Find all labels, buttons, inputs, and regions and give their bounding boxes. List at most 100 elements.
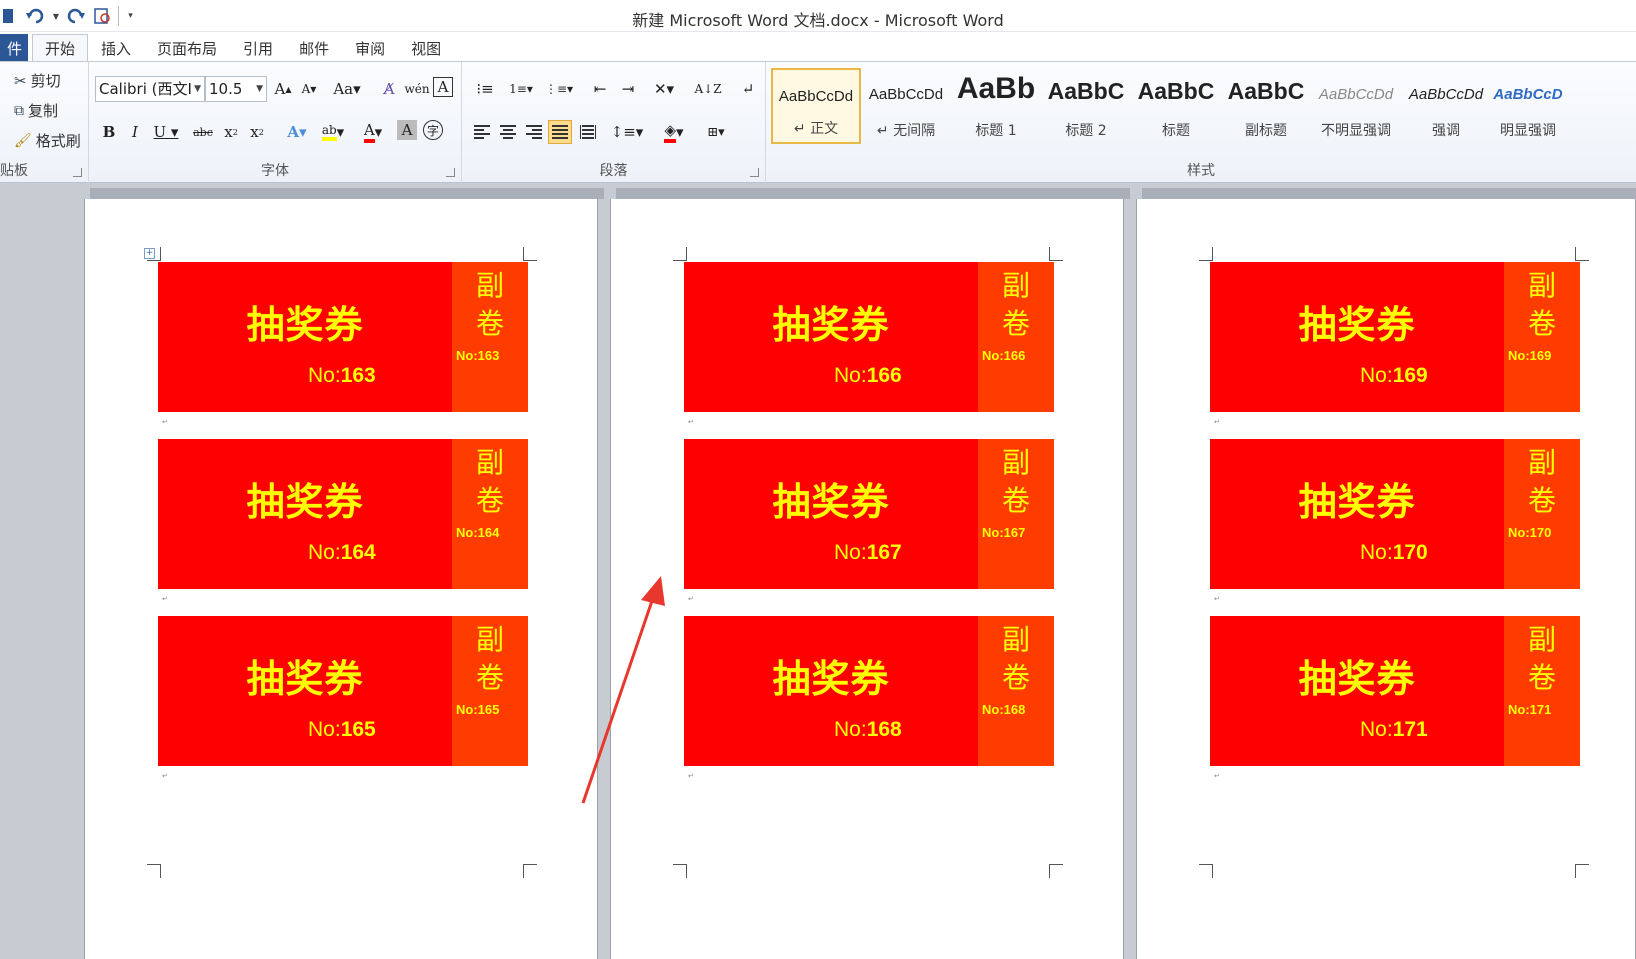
window-title: 新建 Microsoft Word 文档.docx - Microsoft Wo…: [632, 11, 1004, 30]
borders-icon[interactable]: ⊞▾: [700, 120, 732, 144]
stub-char-1: 副: [475, 623, 504, 656]
tab-home[interactable]: 开始: [32, 34, 89, 62]
grow-font-icon[interactable]: A ▲: [271, 77, 295, 101]
stub-number-prefix: No:: [1508, 702, 1530, 717]
style-heading-1[interactable]: AaBb 标题 1: [951, 68, 1041, 144]
stub-number-value: 171: [1529, 702, 1552, 717]
tab-insert[interactable]: 插入: [88, 34, 144, 62]
underline-icon[interactable]: U ▾: [151, 120, 181, 144]
style-preview: AaBbCcD: [1493, 86, 1563, 103]
ticket-number: No:166: [834, 364, 902, 388]
font-name-select[interactable]: Calibri (西文I ▼: [95, 76, 205, 102]
stub-number: No:169: [1508, 348, 1551, 363]
table-move-handle-icon[interactable]: +: [144, 248, 155, 259]
page-separator: [616, 188, 1130, 199]
lottery-ticket[interactable]: 抽奖券 No:167 副卷 No:167: [684, 439, 1054, 589]
styles-gallery: AaBbCcDd ↵ 正文 AaBbCcDd ↵ 无间隔 AaBb 标题 1 A…: [771, 68, 1565, 148]
style-subtitle[interactable]: AaBbC 副标题: [1221, 68, 1311, 144]
ticket-stub: 副卷 No:170: [1504, 439, 1580, 589]
tab-file[interactable]: 件: [0, 34, 28, 62]
line-spacing-icon[interactable]: ↕≡▾: [611, 120, 644, 144]
ticket-number-prefix: No:: [308, 541, 341, 564]
style-name: 标题 2: [1065, 123, 1107, 139]
distributed-icon[interactable]: [576, 120, 600, 144]
style-heading-2[interactable]: AaBbC 标题 2: [1041, 68, 1131, 144]
document-page[interactable]: 抽奖券 No:169 副卷 No:169 ↵ 抽奖券 No:170 副卷 No:170 ↵ 抽奖券 N…: [1136, 199, 1636, 959]
cut-button[interactable]: ✂ 剪切: [14, 70, 61, 91]
highlight-icon[interactable]: ab ▾: [315, 120, 351, 144]
align-center-icon[interactable]: [496, 120, 520, 144]
ticket-number: No:170: [1360, 541, 1428, 565]
show-marks-icon[interactable]: ↵: [736, 77, 760, 101]
font-size-select[interactable]: 10.5 ▼: [205, 76, 267, 102]
style-title[interactable]: AaBbC 标题: [1131, 68, 1221, 144]
character-border-icon[interactable]: A: [433, 77, 453, 97]
stub-char-1: 副: [1527, 623, 1556, 656]
phonetic-guide-icon[interactable]: wén: [404, 77, 429, 101]
ticket-main: 抽奖券 No:164: [158, 439, 452, 589]
enclose-characters-icon[interactable]: 字: [423, 120, 443, 140]
increase-indent-icon[interactable]: ⇥: [616, 77, 640, 101]
lottery-ticket[interactable]: 抽奖券 No:168 副卷 No:168: [684, 616, 1054, 766]
style-intense-emphasis[interactable]: AaBbCcD 明显强调: [1491, 68, 1565, 144]
multilevel-list-icon[interactable]: ⋮≡▾: [544, 77, 574, 101]
subscript-icon[interactable]: x2: [219, 120, 243, 144]
font-group-label: 字体: [261, 163, 289, 179]
shrink-font-icon[interactable]: A ▼: [297, 77, 321, 101]
align-left-icon[interactable]: [470, 120, 494, 144]
align-right-icon[interactable]: [522, 120, 546, 144]
bullets-icon[interactable]: ⁝≡: [470, 77, 500, 101]
crop-mark: [1575, 247, 1589, 261]
ticket-number-value: 164: [340, 541, 376, 564]
decrease-indent-icon[interactable]: ⇤: [588, 77, 612, 101]
character-shading-icon[interactable]: A: [397, 120, 417, 140]
stub-number-prefix: No:: [982, 525, 1004, 540]
ticket-stub: 副卷 No:168: [978, 616, 1054, 766]
document-page[interactable]: 抽奖券 No:163 副卷 No:163 ↵ 抽奖券 No:164 副卷 No:164 ↵ 抽奖券 N…: [84, 199, 598, 959]
style-no-spacing[interactable]: AaBbCcDd ↵ 无间隔: [861, 68, 951, 144]
tab-view[interactable]: 视图: [398, 34, 454, 62]
lottery-ticket[interactable]: 抽奖券 No:166 副卷 No:166: [684, 262, 1054, 412]
style-emphasis[interactable]: AaBbCcDd 强调: [1401, 68, 1491, 144]
tab-mailings[interactable]: 邮件: [286, 34, 342, 62]
shading-icon[interactable]: ◈ ▾: [658, 120, 690, 144]
stub-char-2: 卷: [1001, 661, 1030, 694]
lottery-ticket[interactable]: 抽奖券 No:165 副卷 No:165: [158, 616, 528, 766]
chinese-layout-icon[interactable]: ✕▾: [648, 77, 680, 101]
lottery-ticket[interactable]: 抽奖券 No:170 副卷 No:170: [1210, 439, 1580, 589]
ticket-main: 抽奖券 No:171: [1210, 616, 1504, 766]
clipboard-launcher-icon[interactable]: [73, 168, 82, 177]
italic-icon[interactable]: I: [123, 120, 147, 144]
sort-icon[interactable]: A↓Z: [694, 77, 721, 101]
tab-review[interactable]: 审阅: [342, 34, 398, 62]
lottery-ticket[interactable]: 抽奖券 No:169 副卷 No:169: [1210, 262, 1580, 412]
justify-icon[interactable]: [548, 120, 572, 144]
format-painter-button[interactable]: 🖌 格式刷: [14, 130, 81, 151]
paragraph-group-label: 段落: [599, 163, 628, 179]
lottery-ticket[interactable]: 抽奖券 No:163 副卷 No:163: [158, 262, 528, 412]
numbering-icon[interactable]: 1≡▾: [506, 77, 536, 101]
document-page[interactable]: 抽奖券 No:166 副卷 No:166 ↵ 抽奖券 No:167 副卷 No:167 ↵ 抽奖券 N…: [610, 199, 1124, 959]
font-launcher-icon[interactable]: [446, 168, 455, 177]
crop-mark: [1575, 864, 1589, 878]
change-case-icon[interactable]: Aa▾: [331, 77, 363, 101]
style-subtle-emphasis[interactable]: AaBbCcDd 不明显强调: [1311, 68, 1401, 144]
tab-references[interactable]: 引用: [230, 34, 286, 62]
ticket-number-value: 167: [866, 541, 902, 564]
lottery-ticket[interactable]: 抽奖券 No:164 副卷 No:164: [158, 439, 528, 589]
copy-button[interactable]: ⧉ 复制: [14, 100, 58, 121]
clear-formatting-icon[interactable]: A̸: [377, 77, 401, 101]
font-color-icon[interactable]: A ▾: [357, 120, 389, 144]
paragraph-launcher-icon[interactable]: [750, 168, 759, 177]
bold-icon[interactable]: B: [97, 120, 121, 144]
superscript-icon[interactable]: x2: [245, 120, 269, 144]
ticket-number-prefix: No:: [834, 541, 867, 564]
text-effects-icon[interactable]: A▾: [281, 120, 313, 144]
lottery-ticket[interactable]: 抽奖券 No:171 副卷 No:171: [1210, 616, 1580, 766]
tab-layout[interactable]: 页面布局: [144, 34, 230, 62]
copy-icon: ⧉: [14, 102, 24, 119]
style-normal[interactable]: AaBbCcDd ↵ 正文: [771, 68, 861, 144]
copy-label: 复制: [28, 102, 59, 120]
strikethrough-icon[interactable]: abc: [189, 120, 217, 144]
ticket-title: 抽奖券: [772, 657, 890, 701]
